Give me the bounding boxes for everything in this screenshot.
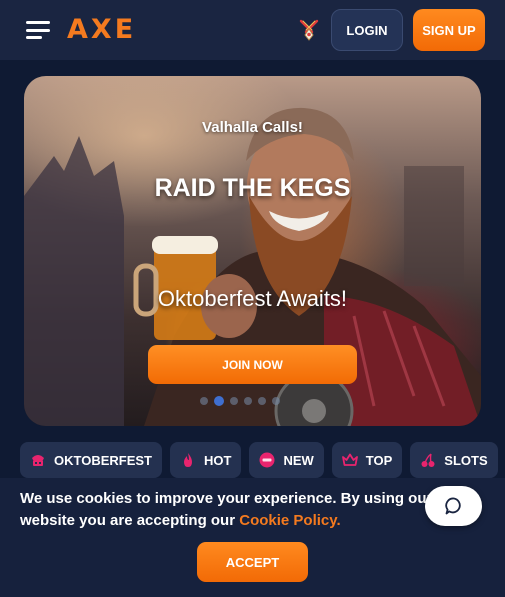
accept-cookies-button[interactable]: ACCEPT	[197, 542, 308, 582]
top-header: AXE LOGIN SIGN UP	[0, 0, 505, 60]
live-chat-button[interactable]	[425, 486, 482, 526]
category-label: OKTOBERFEST	[54, 452, 152, 468]
carousel-dot[interactable]	[230, 397, 238, 405]
category-label: NEW	[283, 452, 314, 468]
carousel-dot[interactable]	[272, 397, 280, 405]
hero-tagline: Oktoberfest Awaits!	[157, 286, 348, 311]
category-label: TOP	[365, 452, 393, 468]
category-hot[interactable]: HOT	[170, 442, 242, 478]
category-oktoberfest[interactable]: OKTOBERFEST	[20, 442, 162, 478]
category-tabs: OKTOBERFEST HOT NEW TOP SLOTS	[20, 442, 498, 478]
carousel-dot[interactable]	[244, 397, 252, 405]
signup-button[interactable]: SIGN UP	[413, 9, 485, 51]
new-badge-icon	[259, 452, 275, 468]
cookie-policy-link[interactable]: Cookie Policy.	[239, 512, 340, 529]
category-new[interactable]: NEW	[249, 442, 324, 478]
crown-icon	[341, 453, 358, 466]
category-slots[interactable]: SLOTS	[410, 442, 498, 478]
chat-bubble-icon	[444, 497, 461, 515]
carousel-dot-active[interactable]	[214, 396, 224, 406]
login-button[interactable]: LOGIN	[331, 9, 403, 51]
site-logo[interactable]: AXE	[67, 14, 136, 45]
join-now-button[interactable]: JOIN NOW	[148, 345, 357, 384]
cherries-icon	[421, 453, 435, 467]
category-label: SLOTS	[444, 452, 488, 468]
oktoberfest-icon	[32, 455, 44, 466]
carousel-dot[interactable]	[258, 397, 266, 405]
cookie-message-text: We use cookies to improve your experienc…	[20, 490, 433, 529]
menu-icon[interactable]	[26, 21, 50, 39]
hero-subtitle: Valhalla Calls!	[202, 119, 303, 136]
category-top[interactable]: TOP	[331, 442, 403, 478]
category-label: HOT	[204, 452, 232, 468]
flame-icon	[184, 453, 192, 467]
cookie-message: We use cookies to improve your experienc…	[20, 488, 440, 532]
crossed-swords-icon[interactable]	[297, 18, 321, 42]
carousel-dot[interactable]	[200, 397, 208, 405]
carousel-dots	[200, 396, 280, 406]
hero-banner[interactable]: Valhalla Calls! RAID THE KEGS Oktoberfes…	[24, 76, 481, 426]
hero-title: RAID THE KEGS	[154, 174, 351, 202]
